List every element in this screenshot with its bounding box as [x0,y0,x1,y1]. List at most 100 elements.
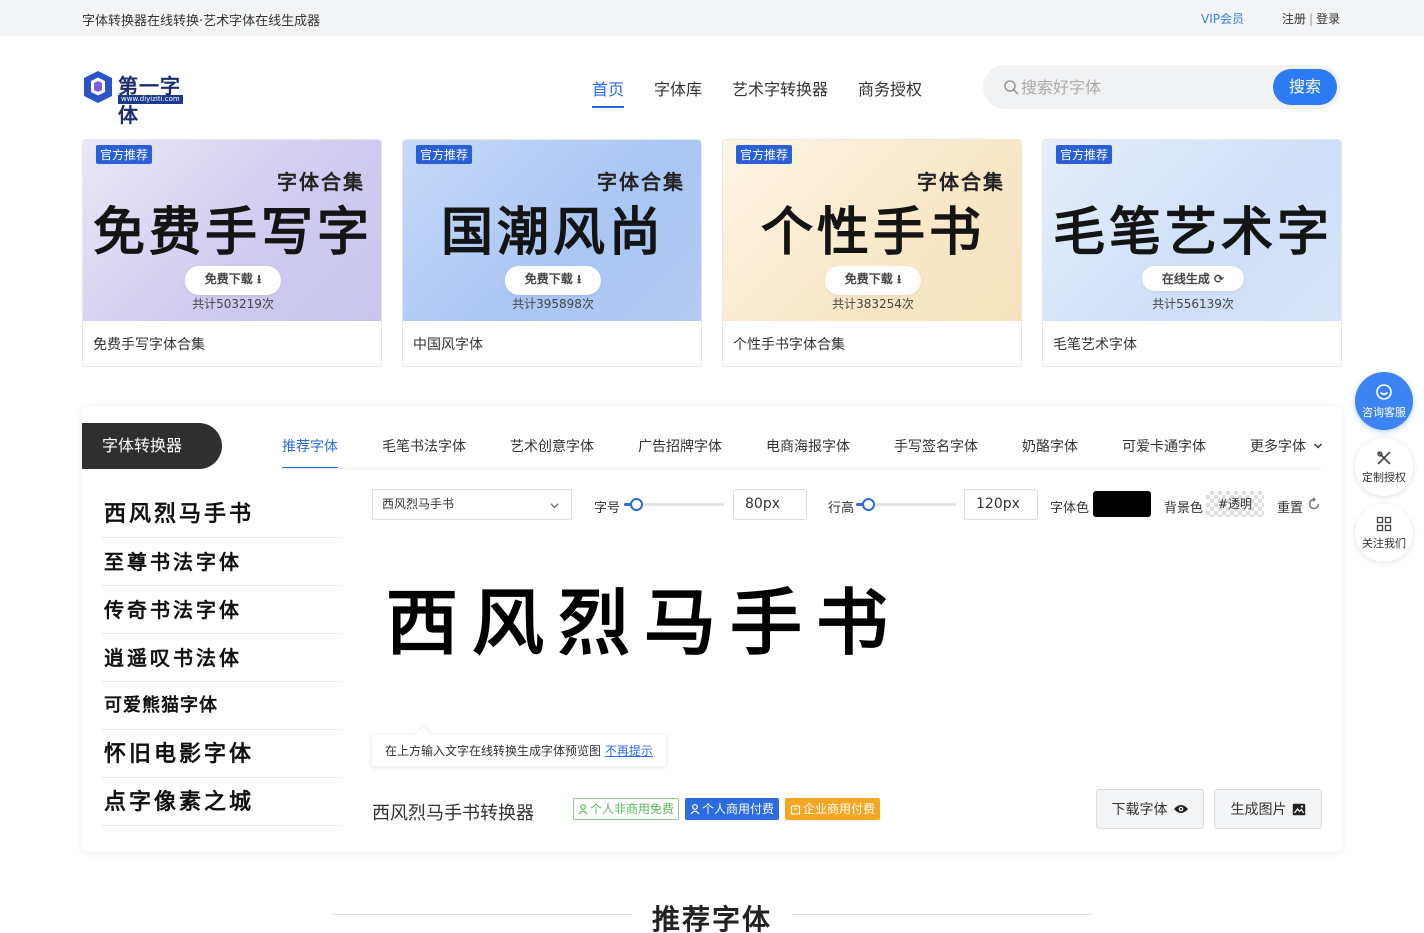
consult-service-button[interactable]: 咨询客服 [1355,372,1413,430]
dismiss-tip-link[interactable]: 不再提示 [605,744,653,758]
bg-color-swatch[interactable]: #透明 [1206,491,1264,517]
nav-home[interactable]: 首页 [592,76,625,108]
float-license[interactable]: 定制授权 [1355,438,1413,496]
line-height-label: 行高 [828,501,855,516]
banner-count: 共计556139次 [1152,297,1234,311]
refresh-icon[interactable] [1307,497,1321,511]
font-list-item[interactable]: 至尊书法字体 [102,538,340,586]
tab-signature[interactable]: 手写签名字体 [894,436,978,469]
badge-label: 企业商用付费 [803,802,876,816]
tip-popup: 在上方输入文字在线转换生成字体预览图 不再提示 [372,735,666,766]
banner-caption: 免费手写字体合集 [93,337,205,353]
header: 第一字体 www.diyiziti.com 首页 字体库 艺术字转换器 商务授权… [0,36,1424,136]
search-input[interactable] [1021,75,1241,99]
consult-service-label: 咨询客服 [1362,405,1406,419]
preview-text: 西风烈马手书 [386,580,903,665]
tab-recommended[interactable]: 推荐字体 [282,436,338,469]
badge-personal-paid: 个人商用付费 [685,798,780,820]
banner-title: 国潮风尚 [440,202,665,263]
vip-link[interactable]: VIP会员 [1201,10,1244,27]
search-button[interactable]: 搜索 [1273,69,1337,105]
download-font-button[interactable]: 下载字体 [1096,789,1204,829]
font-list-item[interactable]: 传奇书法字体 [102,586,340,634]
float-follow[interactable]: 关注我们 [1355,504,1413,562]
tab-cartoon[interactable]: 可爱卡通字体 [1122,436,1206,469]
banner-image: 官方推荐 字体合集 免费手写字 免费下载 ⭳ 共计503219次 [83,140,381,321]
tab-ecommerce[interactable]: 电商海报字体 [766,436,850,469]
size-label: 字号 [594,501,621,516]
tab-signboard[interactable]: 广告招牌字体 [638,436,722,469]
font-list-item[interactable]: 西风烈马手书 [102,490,340,538]
follow-us-button[interactable]: 关注我们 [1355,504,1413,562]
banner-count: 共计383254次 [832,297,914,311]
image-icon [1292,803,1305,815]
banner-action-button[interactable]: 免费下载 ⭳ [184,266,282,295]
font-list-item[interactable]: 可爱熊猫字体 [102,682,340,730]
nav-art-converter[interactable]: 艺术字转换器 [732,76,828,108]
banner-card[interactable]: 官方推荐 毛笔艺术字 在线生成 ⟳ 共计556139次 毛笔艺术字体 [1042,139,1342,367]
banner-caption: 个性手书字体合集 [733,337,845,353]
tab-more[interactable]: 更多字体 [1250,436,1323,469]
badge-personal-free: 个人非商用免费 [573,798,680,820]
font-color-label: 字体色 [1050,501,1090,516]
eye-icon [1173,805,1188,813]
banner-card[interactable]: 官方推荐 字体合集 国潮风尚 免费下载 ⭳ 共计395898次 中国风字体 [402,139,702,367]
banner-list: 官方推荐 字体合集 免费手写字 免费下载 ⭳ 共计503219次 免费手写字体合… [82,139,1342,367]
nav-business-license[interactable]: 商务授权 [858,76,922,108]
logo[interactable]: 第一字体 www.diyiziti.com [82,68,194,127]
banner-caption: 中国风字体 [413,337,483,353]
tip-text: 在上方输入文字在线转换生成字体预览图 [385,744,602,758]
official-tag: 官方推荐 [1056,145,1113,164]
tab-cheese[interactable]: 奶酪字体 [1022,436,1078,469]
banner-action-button[interactable]: 免费下载 ⭳ [504,266,602,295]
login-link[interactable]: 登录 [1316,12,1340,26]
chat-icon [1376,383,1392,400]
reset-button[interactable]: 重置 [1277,497,1303,516]
tab-creative[interactable]: 艺术创意字体 [510,436,594,469]
register-link[interactable]: 注册 [1282,12,1306,26]
chevron-down-icon [1314,443,1323,449]
size-slider[interactable] [624,498,724,511]
logo-mark-icon [84,71,112,103]
banner-card[interactable]: 官方推荐 字体合集 免费手写字 免费下载 ⭳ 共计503219次 免费手写字体合… [82,139,382,367]
banner-caption: 毛笔艺术字体 [1053,337,1137,353]
line-height-slider-handle[interactable] [862,498,875,511]
nav-font-library[interactable]: 字体库 [654,76,702,108]
custom-license-button[interactable]: 定制授权 [1355,438,1413,496]
generate-image-label: 生成图片 [1230,802,1287,818]
font-list-item[interactable]: 逍遥叹书法体 [102,634,340,682]
follow-us-label: 关注我们 [1362,536,1406,550]
category-tabs: 推荐字体 毛笔书法字体 艺术创意字体 广告招牌字体 电商海报字体 手写签名字体 … [282,436,1323,469]
banner-image: 官方推荐 字体合集 国潮风尚 免费下载 ⭳ 共计395898次 [403,140,701,321]
font-select[interactable]: 西风烈马手书 [372,489,572,520]
tab-brush[interactable]: 毛笔书法字体 [382,436,466,469]
float-service[interactable]: 咨询客服 [1355,372,1413,430]
converter-font-title: 西风烈马手书转换器 [372,803,534,824]
banner-action-button[interactable]: 免费下载 ⭳ [824,266,922,295]
badge-enterprise-paid: 企业商用付费 [785,798,881,820]
badge-label: 个人商用付费 [702,802,775,816]
auth-links: 注册 | 登录 [1282,10,1340,27]
banner-card[interactable]: 官方推荐 字体合集 个性手书 免费下载 ⭳ 共计383254次 个性手书字体合集 [722,139,1022,367]
size-slider-handle[interactable] [630,498,643,511]
main-nav: 首页 字体库 艺术字转换器 商务授权 [592,76,922,108]
line-height-slider[interactable] [856,498,956,511]
banner-action-button[interactable]: 在线生成 ⟳ [1141,266,1245,291]
font-list-item[interactable]: 点字像素之城 [102,778,340,826]
qr-code-icon [1376,516,1392,531]
tab-more-label: 更多字体 [1250,439,1306,455]
size-input[interactable]: 80px [733,489,807,520]
chevron-down-icon [550,503,559,509]
generate-image-button[interactable]: 生成图片 [1214,789,1322,829]
banner-title: 毛笔艺术字 [1052,202,1333,263]
line-height-input[interactable]: 120px [964,489,1038,520]
bg-color-label: 背景色 [1164,501,1204,516]
font-color-swatch[interactable] [1093,491,1151,517]
search-box: 搜索 [983,65,1341,109]
converter-title: 字体转换器 [82,423,222,469]
font-list-item[interactable]: 怀旧电影字体 [102,730,340,778]
badge-label: 个人非商用免费 [590,802,675,816]
top-bar: 字体转换器在线转换·艺术字体在线生成器 VIP会员 注册 | 登录 [0,0,1424,36]
user-icon [690,803,700,814]
site-slogan: 字体转换器在线转换·艺术字体在线生成器 [82,14,321,29]
